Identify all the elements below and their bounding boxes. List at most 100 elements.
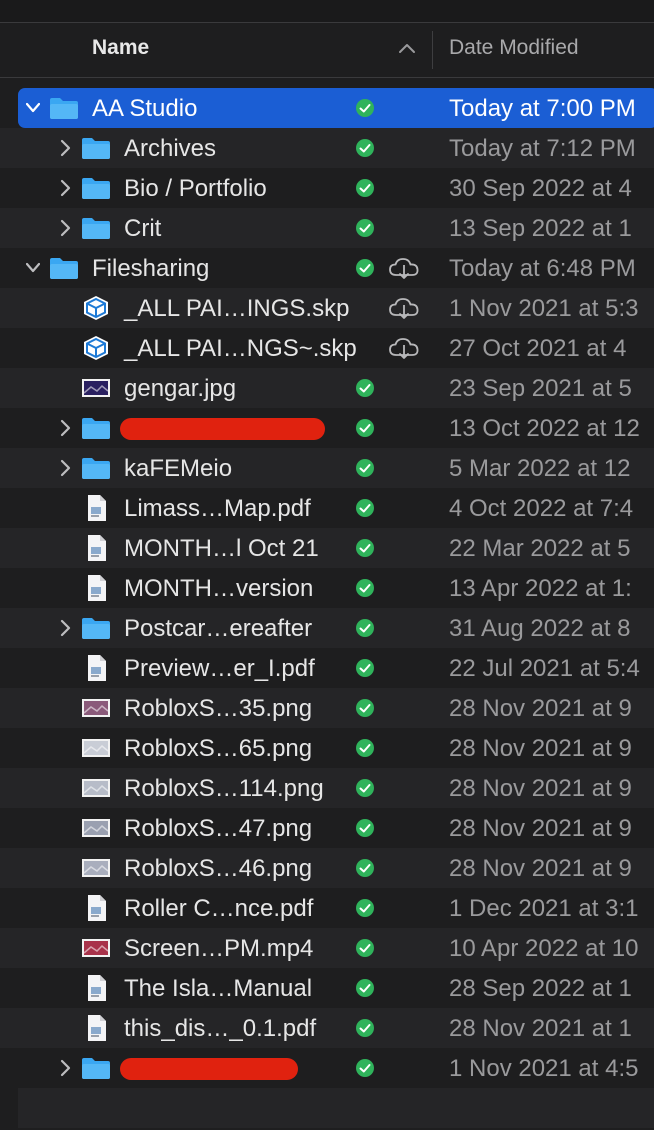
image-thumbnail-icon bbox=[82, 859, 110, 877]
file-name: RobloxS…114.png bbox=[124, 775, 324, 802]
document-icon bbox=[88, 975, 106, 1001]
disclosure-expanded-icon[interactable] bbox=[26, 258, 40, 278]
date-modified: 1 Nov 2021 at 4:5 bbox=[449, 1055, 639, 1082]
file-name: _ALL PAI…NGS~.skp bbox=[124, 335, 357, 362]
disclosure-collapsed-icon[interactable] bbox=[58, 138, 72, 158]
window-top-edge bbox=[0, 0, 654, 23]
file-name: gengar.jpg bbox=[124, 375, 237, 402]
file-name: The Isla…Manual bbox=[124, 975, 313, 1002]
file-name: Archives bbox=[124, 135, 217, 162]
file-row[interactable]: RobloxS…114.png 28 Nov 2021 at 9 bbox=[0, 768, 654, 808]
column-divider[interactable] bbox=[432, 31, 433, 69]
date-modified: Today at 7:12 PM bbox=[449, 135, 636, 162]
synced-check-icon bbox=[356, 139, 374, 157]
file-name: Crit bbox=[124, 215, 162, 242]
folder-row[interactable]: kaFEMeio 5 Mar 2022 at 12 bbox=[0, 448, 654, 488]
image-thumbnail-icon bbox=[82, 739, 110, 757]
date-modified: 30 Sep 2022 at 4 bbox=[449, 175, 632, 202]
synced-check-icon bbox=[356, 99, 374, 117]
file-name: Preview…er_I.pdf bbox=[124, 655, 315, 682]
file-row[interactable]: _ALL PAI…INGS.skp 1 Nov 2021 at 5:3 bbox=[0, 288, 654, 328]
synced-check-icon bbox=[356, 979, 374, 997]
date-modified: 28 Nov 2021 at 9 bbox=[449, 775, 632, 802]
document-icon bbox=[88, 895, 106, 921]
date-modified: 1 Nov 2021 at 5:3 bbox=[449, 295, 639, 322]
folder-row[interactable]: Filesharing Today at 6:48 PM bbox=[0, 248, 654, 288]
file-row[interactable]: The Isla…Manual 28 Sep 2022 at 1 bbox=[0, 968, 654, 1008]
file-name: RobloxS…46.png bbox=[124, 855, 313, 882]
document-icon bbox=[88, 655, 106, 681]
file-name: Postcar…ereafter bbox=[124, 615, 313, 642]
file-row[interactable]: MONTH…l Oct 21 22 Mar 2022 at 5 bbox=[0, 528, 654, 568]
video-thumbnail-icon bbox=[82, 939, 110, 957]
column-header-date-modified[interactable]: Date Modified bbox=[449, 36, 579, 60]
date-modified: 13 Apr 2022 at 1: bbox=[449, 575, 632, 602]
cloud-download-icon[interactable] bbox=[388, 296, 420, 320]
folder-row[interactable]: Bio / Portfolio 30 Sep 2022 at 4 bbox=[0, 168, 654, 208]
date-modified: 28 Nov 2021 at 9 bbox=[449, 735, 632, 762]
file-row[interactable]: Screen…PM.mp4 10 Apr 2022 at 10 bbox=[0, 928, 654, 968]
folder-row[interactable]: Crit 13 Sep 2022 at 1 bbox=[0, 208, 654, 248]
date-modified: 28 Sep 2022 at 1 bbox=[449, 975, 632, 1002]
file-row[interactable]: RobloxS…46.png 28 Nov 2021 at 9 bbox=[0, 848, 654, 888]
file-row[interactable]: _ALL PAI…NGS~.skp 27 Oct 2021 at 4 bbox=[0, 328, 654, 368]
file-row[interactable]: gengar.jpg 23 Sep 2021 at 5 bbox=[0, 368, 654, 408]
date-modified: 10 Apr 2022 at 10 bbox=[449, 935, 639, 962]
image-thumbnail-icon bbox=[82, 699, 110, 717]
column-header-bar: Name Date Modified bbox=[0, 23, 654, 78]
synced-check-icon bbox=[356, 699, 374, 717]
file-row[interactable]: RobloxS…47.png 28 Nov 2021 at 9 bbox=[0, 808, 654, 848]
folder-icon bbox=[82, 1058, 110, 1079]
folder-icon bbox=[82, 458, 110, 479]
folder-icon bbox=[82, 138, 110, 159]
disclosure-collapsed-icon[interactable] bbox=[58, 418, 72, 438]
file-row[interactable]: Roller C…nce.pdf 1 Dec 2021 at 3:1 bbox=[0, 888, 654, 928]
folder-row[interactable]: Archives Today at 7:12 PM bbox=[0, 128, 654, 168]
date-modified: 13 Oct 2022 at 12 bbox=[449, 415, 640, 442]
document-icon bbox=[88, 575, 106, 601]
file-name: Screen…PM.mp4 bbox=[124, 935, 314, 962]
disclosure-expanded-icon[interactable] bbox=[26, 98, 40, 118]
disclosure-collapsed-icon[interactable] bbox=[58, 218, 72, 238]
date-modified: 28 Nov 2021 at 9 bbox=[449, 815, 632, 842]
folder-row[interactable]: 13 Oct 2022 at 12 bbox=[0, 408, 654, 448]
file-name: Roller C…nce.pdf bbox=[124, 895, 314, 922]
image-thumbnail-icon bbox=[82, 819, 110, 837]
file-list: AA Studio Today at 7:00 PM Archives Today a… bbox=[0, 88, 654, 1088]
disclosure-collapsed-icon[interactable] bbox=[58, 1058, 72, 1078]
file-row[interactable]: RobloxS…35.png 28 Nov 2021 at 9 bbox=[0, 688, 654, 728]
column-header-name[interactable]: Name bbox=[92, 36, 149, 60]
file-row[interactable]: RobloxS…65.png 28 Nov 2021 at 9 bbox=[0, 728, 654, 768]
empty-row bbox=[18, 1088, 654, 1128]
file-row[interactable]: MONTH…version 13 Apr 2022 at 1: bbox=[0, 568, 654, 608]
file-name: Limass…Map.pdf bbox=[124, 495, 311, 522]
file-name: RobloxS…35.png bbox=[124, 695, 313, 722]
redaction-mark bbox=[120, 418, 325, 440]
synced-check-icon bbox=[356, 739, 374, 757]
date-modified: 4 Oct 2022 at 7:4 bbox=[449, 495, 634, 522]
file-name: MONTH…version bbox=[124, 575, 314, 602]
sort-ascending-icon[interactable] bbox=[398, 41, 416, 55]
file-name: this_dis…_0.1.pdf bbox=[124, 1015, 317, 1042]
disclosure-collapsed-icon[interactable] bbox=[58, 458, 72, 478]
synced-check-icon bbox=[356, 899, 374, 917]
file-row[interactable]: this_dis…_0.1.pdf 28 Nov 2021 at 1 bbox=[0, 1008, 654, 1048]
date-modified: 31 Aug 2022 at 8 bbox=[449, 615, 631, 642]
cloud-download-icon[interactable] bbox=[388, 256, 420, 280]
cloud-download-icon[interactable] bbox=[388, 336, 420, 360]
sketchup-icon bbox=[84, 336, 108, 360]
folder-icon bbox=[50, 98, 78, 119]
file-row[interactable]: Preview…er_I.pdf 22 Jul 2021 at 5:4 bbox=[0, 648, 654, 688]
folder-row[interactable]: 1 Nov 2021 at 4:5 bbox=[0, 1048, 654, 1088]
folder-row[interactable]: Postcar…ereafter 31 Aug 2022 at 8 bbox=[0, 608, 654, 648]
file-row[interactable]: Limass…Map.pdf 4 Oct 2022 at 7:4 bbox=[0, 488, 654, 528]
disclosure-collapsed-icon[interactable] bbox=[58, 618, 72, 638]
file-name: _ALL PAI…INGS.skp bbox=[124, 295, 350, 322]
date-modified: 27 Oct 2021 at 4 bbox=[449, 335, 627, 362]
synced-check-icon bbox=[356, 459, 374, 477]
folder-row[interactable]: AA Studio Today at 7:00 PM bbox=[18, 88, 654, 128]
date-modified: 28 Nov 2021 at 9 bbox=[449, 855, 632, 882]
image-thumbnail-icon bbox=[82, 779, 110, 797]
folder-icon bbox=[82, 418, 110, 439]
disclosure-collapsed-icon[interactable] bbox=[58, 178, 72, 198]
